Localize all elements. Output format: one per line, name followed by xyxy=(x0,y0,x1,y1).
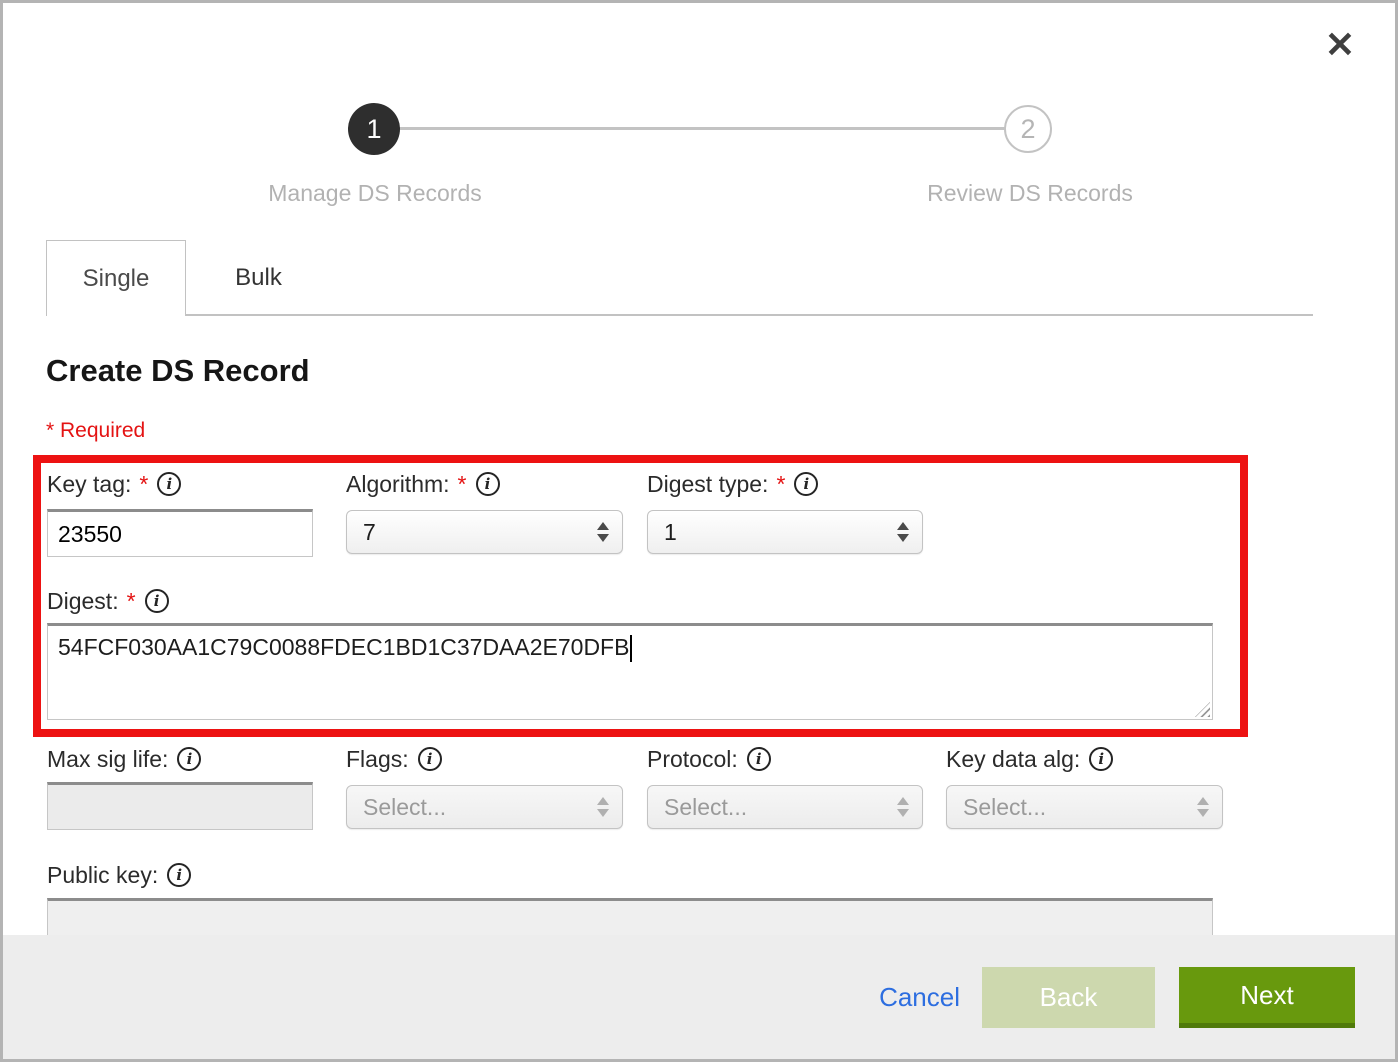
create-ds-record-modal: ✕ 1 2 Manage DS Records Review DS Record… xyxy=(0,0,1398,1062)
protocol-selected-value: Select... xyxy=(664,794,747,821)
text-cursor xyxy=(630,635,632,662)
public-key-label-text: Public key: xyxy=(47,862,158,889)
key-tag-label-text: Key tag: xyxy=(47,471,131,498)
info-icon[interactable]: i xyxy=(418,747,442,771)
key-data-alg-selected-value: Select... xyxy=(963,794,1046,821)
algorithm-label-text: Algorithm: xyxy=(346,471,450,498)
key-data-alg-label: Key data alg: i xyxy=(946,745,1113,773)
flags-label-text: Flags: xyxy=(346,746,409,773)
key-data-alg-label-text: Key data alg: xyxy=(946,746,1080,773)
protocol-label: Protocol: i xyxy=(647,745,771,773)
max-sig-life-label-text: Max sig life: xyxy=(47,746,168,773)
select-arrows-icon xyxy=(597,797,609,817)
digest-type-selected-value: 1 xyxy=(664,519,677,546)
protocol-select[interactable]: Select... xyxy=(647,785,923,829)
info-icon[interactable]: i xyxy=(1089,747,1113,771)
required-note: * Required xyxy=(46,419,145,443)
back-button[interactable]: Back xyxy=(982,967,1155,1028)
max-sig-life-label: Max sig life: i xyxy=(47,745,201,773)
step-1-label: Manage DS Records xyxy=(205,180,545,207)
tab-bulk[interactable]: Bulk xyxy=(186,240,331,316)
tab-single[interactable]: Single xyxy=(46,240,186,316)
info-icon[interactable]: i xyxy=(476,472,500,496)
algorithm-selected-value: 7 xyxy=(363,519,376,546)
public-key-label: Public key: i xyxy=(47,861,191,889)
info-icon[interactable]: i xyxy=(794,472,818,496)
required-asterisk: * xyxy=(127,588,136,615)
info-icon[interactable]: i xyxy=(157,472,181,496)
modal-footer: Cancel Back Next xyxy=(3,935,1395,1059)
resize-handle[interactable] xyxy=(1195,702,1210,717)
key-tag-label: Key tag: * i xyxy=(47,470,181,498)
step-1-circle: 1 xyxy=(348,103,400,155)
algorithm-select[interactable]: 7 xyxy=(346,510,623,554)
select-arrows-icon xyxy=(1197,797,1209,817)
flags-selected-value: Select... xyxy=(363,794,446,821)
digest-label-text: Digest: xyxy=(47,588,119,615)
key-tag-input[interactable] xyxy=(47,509,313,557)
digest-type-label-text: Digest type: xyxy=(647,471,768,498)
info-icon[interactable]: i xyxy=(747,747,771,771)
step-2-circle: 2 xyxy=(1004,105,1052,153)
page-title: Create DS Record xyxy=(46,353,310,389)
required-asterisk: * xyxy=(139,471,148,498)
next-button[interactable]: Next xyxy=(1179,967,1355,1028)
digest-textarea[interactable]: 54FCF030AA1C79C0088FDEC1BD1C37DAA2E70DFB xyxy=(47,623,1213,720)
close-icon[interactable]: ✕ xyxy=(1325,27,1355,63)
info-icon[interactable]: i xyxy=(167,863,191,887)
step-2-label: Review DS Records xyxy=(860,180,1200,207)
protocol-label-text: Protocol: xyxy=(647,746,738,773)
key-data-alg-select[interactable]: Select... xyxy=(946,785,1223,829)
required-asterisk: * xyxy=(776,471,785,498)
select-arrows-icon xyxy=(897,797,909,817)
flags-label: Flags: i xyxy=(346,745,442,773)
max-sig-life-input[interactable] xyxy=(47,782,313,830)
select-arrows-icon xyxy=(897,522,909,542)
cancel-button[interactable]: Cancel xyxy=(879,982,960,1013)
info-icon[interactable]: i xyxy=(177,747,201,771)
required-asterisk: * xyxy=(458,471,467,498)
info-icon[interactable]: i xyxy=(145,589,169,613)
stepper-connector-line xyxy=(398,127,1008,130)
digest-type-label: Digest type: * i xyxy=(647,470,818,498)
digest-label: Digest: * i xyxy=(47,587,169,615)
algorithm-label: Algorithm: * i xyxy=(346,470,500,498)
digest-type-select[interactable]: 1 xyxy=(647,510,923,554)
flags-select[interactable]: Select... xyxy=(346,785,623,829)
select-arrows-icon xyxy=(597,522,609,542)
digest-value: 54FCF030AA1C79C0088FDEC1BD1C37DAA2E70DFB xyxy=(58,634,629,660)
